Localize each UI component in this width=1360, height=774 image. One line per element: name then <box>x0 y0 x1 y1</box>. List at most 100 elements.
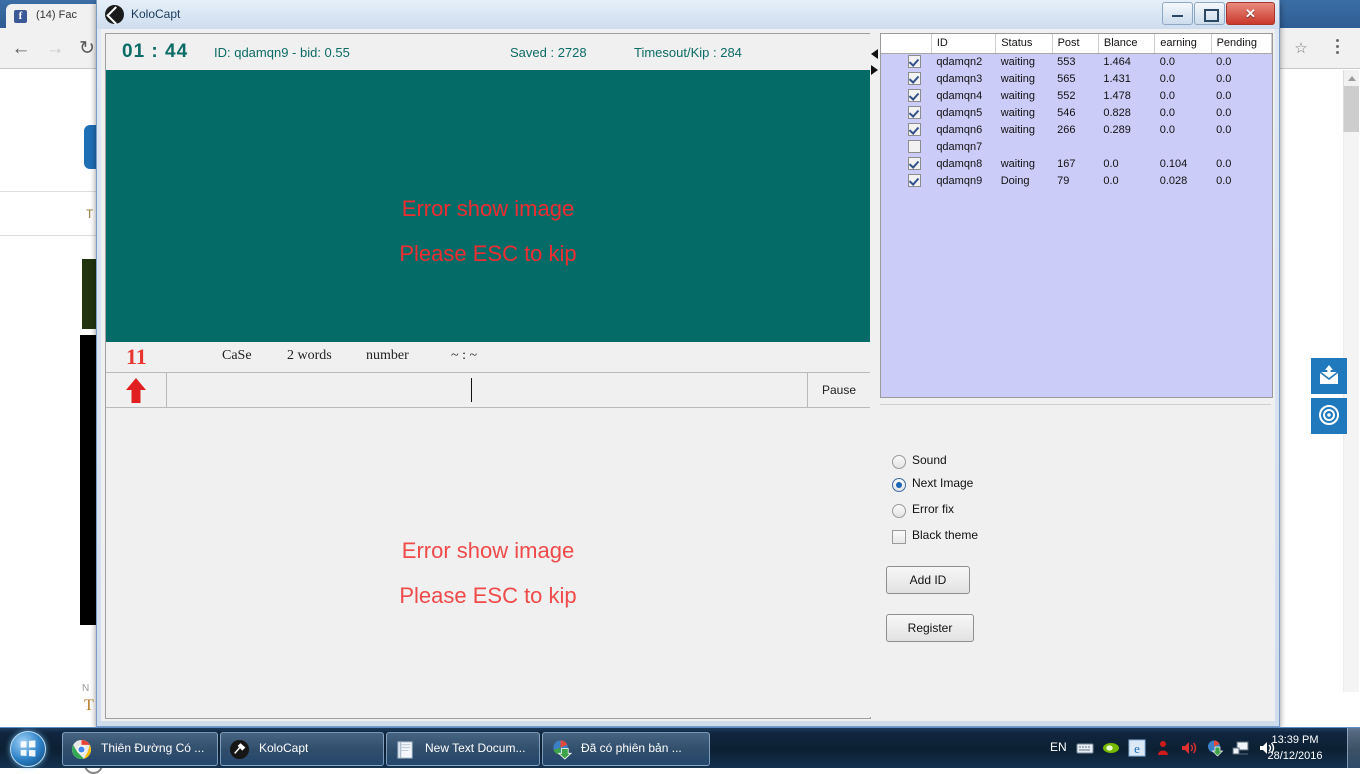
network-icon[interactable] <box>1232 739 1250 757</box>
window-controls: ✕ <box>1161 2 1275 25</box>
option-black-theme-label: Black theme <box>912 528 979 542</box>
cell-id: qdamqn2 <box>936 55 983 68</box>
cell-blance: 0.0 <box>1103 157 1119 170</box>
pane-splitter[interactable] <box>870 33 880 717</box>
cell-earning: 0.0 <box>1159 106 1176 119</box>
hint-number: number <box>366 348 409 363</box>
table-row[interactable]: qdamqn4 waiting 552 1.478 0.0 0.0 <box>881 87 1272 104</box>
secondary-error-line-1: Error show image <box>401 538 575 563</box>
volume-icon[interactable] <box>1180 739 1198 757</box>
minimize-button[interactable] <box>1162 2 1193 25</box>
radio-error-fix[interactable] <box>892 504 906 518</box>
column-header-id[interactable]: ID <box>931 34 997 54</box>
column-header-pending[interactable]: Pending <box>1211 34 1273 54</box>
cell-blance: 0.828 <box>1103 106 1131 119</box>
keyboard-icon[interactable] <box>1076 739 1094 757</box>
answer-input[interactable] <box>167 373 808 407</box>
row-checkbox-cell[interactable] <box>881 104 931 121</box>
row-checkbox-cell[interactable] <box>881 155 931 172</box>
secondary-error-line-2: Please ESC to kip <box>399 583 577 608</box>
cell-status: waiting <box>1000 89 1035 102</box>
cell-blance <box>1098 138 1154 155</box>
column-header-earning[interactable]: earning <box>1154 34 1212 54</box>
idm-tray-icon[interactable] <box>1206 739 1224 757</box>
add-id-button[interactable]: Add ID <box>886 566 970 594</box>
cell-post: 266 <box>1057 123 1076 136</box>
cell-blance: 0.289 <box>1103 123 1131 136</box>
system-tray: EN e 13:39 PM 28/12/2016 <box>1030 728 1360 768</box>
bookmark-star-icon[interactable]: ☆ <box>1288 36 1314 62</box>
captcha-error-line-2: Please ESC to kip <box>399 241 577 266</box>
row-checkbox[interactable] <box>908 72 922 85</box>
app-title-bar[interactable]: KoloCapt ✕ <box>97 0 1279 29</box>
column-header-check[interactable] <box>881 34 932 54</box>
table-row[interactable]: qdamqn6 waiting 266 0.289 0.0 0.0 <box>881 121 1272 138</box>
row-checkbox-cell[interactable] <box>881 172 931 189</box>
captcha-image-area[interactable]: Error show image Please ESC to kip <box>106 70 870 342</box>
three-dot-menu-icon[interactable] <box>1326 36 1348 62</box>
mail-widget-button[interactable] <box>1311 358 1347 394</box>
row-checkbox[interactable] <box>908 140 922 153</box>
row-checkbox[interactable] <box>908 174 922 187</box>
app-title: KoloCapt <box>131 7 181 21</box>
table-row[interactable]: qdamqn8 waiting 167 0.0 0.104 0.0 <box>881 155 1272 172</box>
maximize-button[interactable] <box>1194 2 1225 25</box>
radio-next-image[interactable] <box>892 478 906 492</box>
accounts-grid[interactable]: ID Status Post Blance earning Pending qd… <box>880 33 1273 398</box>
answer-input-row: Pause <box>106 373 870 407</box>
antivirus-icon[interactable] <box>1154 739 1172 757</box>
splitter-right-arrow-icon[interactable] <box>871 65 878 75</box>
radio-sound[interactable] <box>892 455 906 469</box>
forward-button[interactable]: → <box>44 38 66 60</box>
checkbox-black-theme[interactable] <box>892 530 906 544</box>
row-checkbox-cell[interactable] <box>881 138 931 155</box>
captcha-pane: 01 : 44 ID: qdamqn9 - bid: 0.55 Saved : … <box>105 33 871 719</box>
clock-date: 28/12/2016 <box>1267 750 1323 762</box>
row-checkbox[interactable] <box>908 55 922 69</box>
cell-pending: 0.0 <box>1216 174 1232 187</box>
table-row[interactable]: qdamqn5 waiting 546 0.828 0.0 0.0 <box>881 104 1272 121</box>
page-scroll-up-button[interactable] <box>1343 70 1359 86</box>
table-row[interactable]: qdamqn3 waiting 565 1.431 0.0 0.0 <box>881 70 1272 87</box>
nvidia-icon[interactable] <box>1102 739 1120 757</box>
row-checkbox[interactable] <box>908 89 922 102</box>
row-checkbox-cell[interactable] <box>881 87 931 104</box>
row-checkbox[interactable] <box>908 157 922 170</box>
start-button[interactable] <box>4 728 56 768</box>
target-widget-button[interactable] <box>1311 398 1347 434</box>
row-checkbox[interactable] <box>908 106 922 119</box>
current-id-bid: ID: qdamqn9 - bid: 0.55 <box>214 45 350 60</box>
register-button[interactable]: Register <box>886 614 974 642</box>
secondary-image-pane[interactable]: Error show image Please ESC to kip <box>106 407 870 718</box>
row-checkbox-cell[interactable] <box>881 53 931 70</box>
ie-icon[interactable]: e <box>1128 739 1146 757</box>
row-checkbox[interactable] <box>908 123 922 136</box>
reload-button[interactable]: ↻ <box>76 38 98 60</box>
column-header-blance[interactable]: Blance <box>1098 34 1156 54</box>
taskbar-item-kolocapt[interactable]: KoloCapt <box>220 732 384 766</box>
show-desktop-button[interactable] <box>1347 728 1360 768</box>
column-header-status[interactable]: Status <box>995 34 1053 54</box>
close-button[interactable]: ✕ <box>1226 2 1275 25</box>
taskbar-item-notepad[interactable]: New Text Docum... <box>386 732 540 766</box>
row-checkbox-cell[interactable] <box>881 70 931 87</box>
pause-button[interactable]: Pause <box>808 373 870 407</box>
captcha-hint-row: 11 CaSe 2 words number ~ : ~ <box>106 342 870 373</box>
column-header-post[interactable]: Post <box>1052 34 1099 54</box>
taskbar-item-chrome[interactable]: Thiên Đường Có ... <box>62 732 218 766</box>
taskbar-item-idm[interactable]: Đã có phiên bản ... <box>542 732 710 766</box>
page-scrollbar-thumb[interactable] <box>1343 86 1359 132</box>
taskbar-clock[interactable]: 13:39 PM 28/12/2016 <box>1252 732 1338 764</box>
splitter-left-arrow-icon[interactable] <box>871 49 878 59</box>
back-button[interactable]: ← <box>10 38 32 60</box>
language-indicator[interactable]: EN <box>1050 740 1067 754</box>
cell-earning: 0.0 <box>1159 72 1176 85</box>
up-arrow-indicator <box>106 373 167 407</box>
row-checkbox-cell[interactable] <box>881 121 931 138</box>
hint-words: 2 words <box>287 348 332 363</box>
app-client-area: 01 : 44 ID: qdamqn9 - bid: 0.55 Saved : … <box>101 29 1275 721</box>
table-row[interactable]: qdamqn2 waiting 553 1.464 0.0 0.0 <box>881 53 1272 70</box>
table-row[interactable]: qdamqn7 <box>881 138 1272 155</box>
table-row[interactable]: qdamqn9 Doing 79 0.0 0.028 0.0 <box>881 172 1272 189</box>
browser-tab-facebook[interactable]: f (14) Fac <box>6 4 102 28</box>
